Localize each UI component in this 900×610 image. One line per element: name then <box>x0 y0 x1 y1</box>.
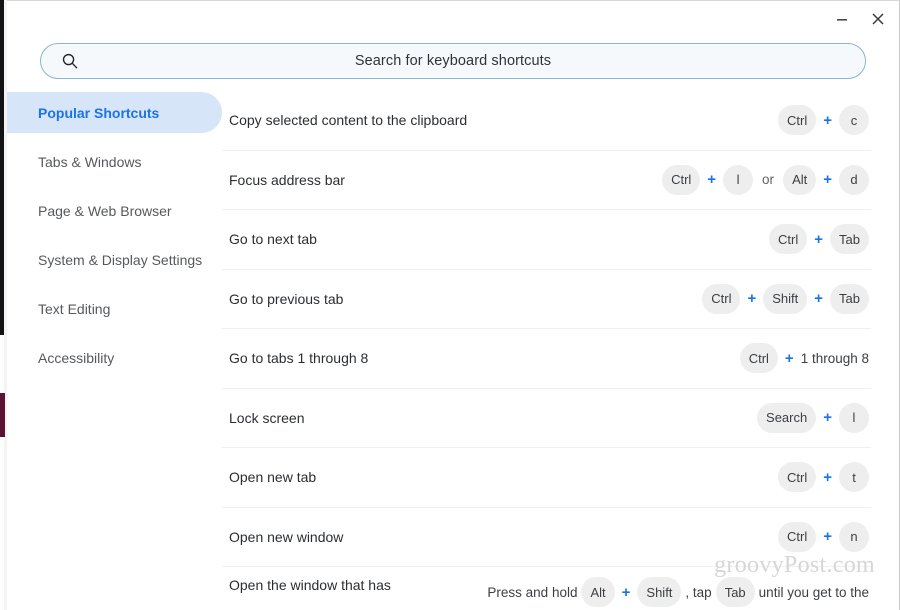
plus-separator-icon: + <box>814 290 824 308</box>
shortcut-description: Go to previous tab <box>229 290 344 307</box>
shortcut-key-combo: Ctrl + Shift + Tab <box>700 283 871 314</box>
key-chip: Tab <box>715 577 755 607</box>
shortcut-description: Open new window <box>229 528 344 545</box>
plus-separator-icon: + <box>823 111 832 129</box>
plus-separator-icon: + <box>823 409 832 427</box>
shortcut-description: Go to tabs 1 through 8 <box>229 350 369 367</box>
key-chip: Ctrl <box>662 164 701 195</box>
sidebar-item-label: Page & Web Browser <box>38 202 172 219</box>
watermark: groovyPost.com <box>714 552 875 578</box>
key-chip: Ctrl <box>778 105 817 136</box>
shortcut-list: Copy selected content to the clipboard Ct… <box>222 91 899 610</box>
plus-separator-icon: + <box>823 171 832 189</box>
search-icon <box>62 53 78 69</box>
shortcut-key-combo: Ctrl + c <box>776 105 871 136</box>
sidebar-item-text-editing[interactable]: Text Editing <box>7 288 222 329</box>
table-row: Lock screen Search + l <box>222 389 871 448</box>
key-chip: Alt <box>783 164 817 195</box>
plus-separator-icon: + <box>823 468 832 486</box>
sidebar-item-label: Tabs & Windows <box>38 153 142 170</box>
shortcut-key-combo: Ctrl + Tab <box>767 224 871 255</box>
key-chip: Shift <box>637 577 682 607</box>
screen-edge-gray-strip <box>4 0 7 610</box>
table-row: Go to next tab Ctrl + Tab <box>222 210 871 270</box>
sidebar-item-page-web-browser[interactable]: Page & Web Browser <box>7 190 222 231</box>
key-combo-text: 1 through 8 <box>800 350 869 366</box>
key-chip: l <box>839 402 869 433</box>
shortcut-description: Open new tab <box>229 469 317 486</box>
key-chip: d <box>839 164 869 195</box>
sidebar-item-label: System & Display Settings <box>38 251 203 268</box>
plus-separator-icon: + <box>784 349 794 367</box>
keyboard-shortcuts-window: Search for keyboard shortcuts Popular Sh… <box>7 0 900 610</box>
key-combo-text: Press and hold <box>487 584 578 600</box>
shortcut-description: Go to next tab <box>229 231 317 248</box>
sidebar-item-label: Popular Shortcuts <box>38 104 160 121</box>
key-chip: Ctrl <box>778 521 817 552</box>
search-bar-container: Search for keyboard shortcuts <box>7 37 899 79</box>
plus-separator-icon: + <box>707 171 717 189</box>
minimize-icon <box>837 19 847 21</box>
table-row: Go to previous tab Ctrl + Shift + Tab <box>222 270 871 329</box>
table-row: Go to tabs 1 through 8 Ctrl +1 through 8 <box>222 329 871 389</box>
sidebar-item-popular-shortcuts[interactable]: Popular Shortcuts <box>7 92 222 133</box>
key-chip: Ctrl <box>702 283 741 314</box>
plus-separator-icon: + <box>823 528 832 546</box>
sidebar-item-label: Accessibility <box>38 349 115 366</box>
search-placeholder-text: Search for keyboard shortcuts <box>354 53 552 69</box>
key-chip: Ctrl <box>739 343 778 374</box>
key-chip: Tab <box>830 224 869 255</box>
key-chip: Shift <box>763 283 808 314</box>
sidebar-item-label: Text Editing <box>38 300 111 317</box>
sidebar-item-system-display-settings[interactable]: System & Display Settings <box>7 239 222 280</box>
key-chip: Alt <box>581 577 615 607</box>
key-chip: Search <box>757 402 817 433</box>
shortcut-key-combo: Ctrl +1 through 8 <box>738 343 871 374</box>
shortcut-key-combo: Search + l <box>755 402 871 433</box>
table-row: Focus address bar Ctrl + l or Alt + d <box>222 151 871 210</box>
shortcut-key-combo: Ctrl + n <box>776 521 871 552</box>
shortcut-description: Copy selected content to the clipboard <box>229 112 468 129</box>
sidebar-item-accessibility[interactable]: Accessibility <box>7 337 222 378</box>
category-sidebar: Popular Shortcuts Tabs & Windows Page & We… <box>7 91 222 610</box>
plus-separator-icon: + <box>747 290 757 308</box>
key-chip: Ctrl <box>769 224 808 255</box>
shortcut-key-combo: Ctrl + l or Alt + d <box>660 164 871 195</box>
screen-edge-dark-strip <box>0 0 4 335</box>
key-chip: n <box>839 521 869 552</box>
sidebar-item-tabs-windows[interactable]: Tabs & Windows <box>7 141 222 182</box>
window-body: Popular Shortcuts Tabs & Windows Page & We… <box>7 79 899 610</box>
key-chip: c <box>839 105 869 136</box>
shortcut-description: Open the window that has <box>229 577 391 593</box>
key-combo-text: until you get to the <box>758 584 869 600</box>
key-combo-text: , tap <box>685 584 712 600</box>
plus-separator-icon: + <box>814 230 824 248</box>
key-combo-text: or <box>762 172 775 188</box>
search-input[interactable]: Search for keyboard shortcuts <box>40 43 866 79</box>
table-row: Open new tab Ctrl + t <box>222 448 871 508</box>
key-chip: Tab <box>830 283 869 314</box>
minimize-button[interactable] <box>827 5 857 33</box>
shortcut-description: Focus address bar <box>229 171 345 188</box>
key-chip: t <box>839 462 869 493</box>
key-chip: Ctrl <box>778 462 817 493</box>
window-title-bar <box>7 1 899 37</box>
shortcut-key-combo: Ctrl + t <box>776 462 871 493</box>
close-icon <box>872 13 884 25</box>
plus-separator-icon: + <box>621 583 631 601</box>
table-row: Copy selected content to the clipboard Ct… <box>222 91 871 151</box>
screen-edge-magenta-strip <box>0 393 5 437</box>
key-chip: l <box>723 164 754 195</box>
shortcut-description: Lock screen <box>229 409 305 426</box>
close-button[interactable] <box>863 5 893 33</box>
